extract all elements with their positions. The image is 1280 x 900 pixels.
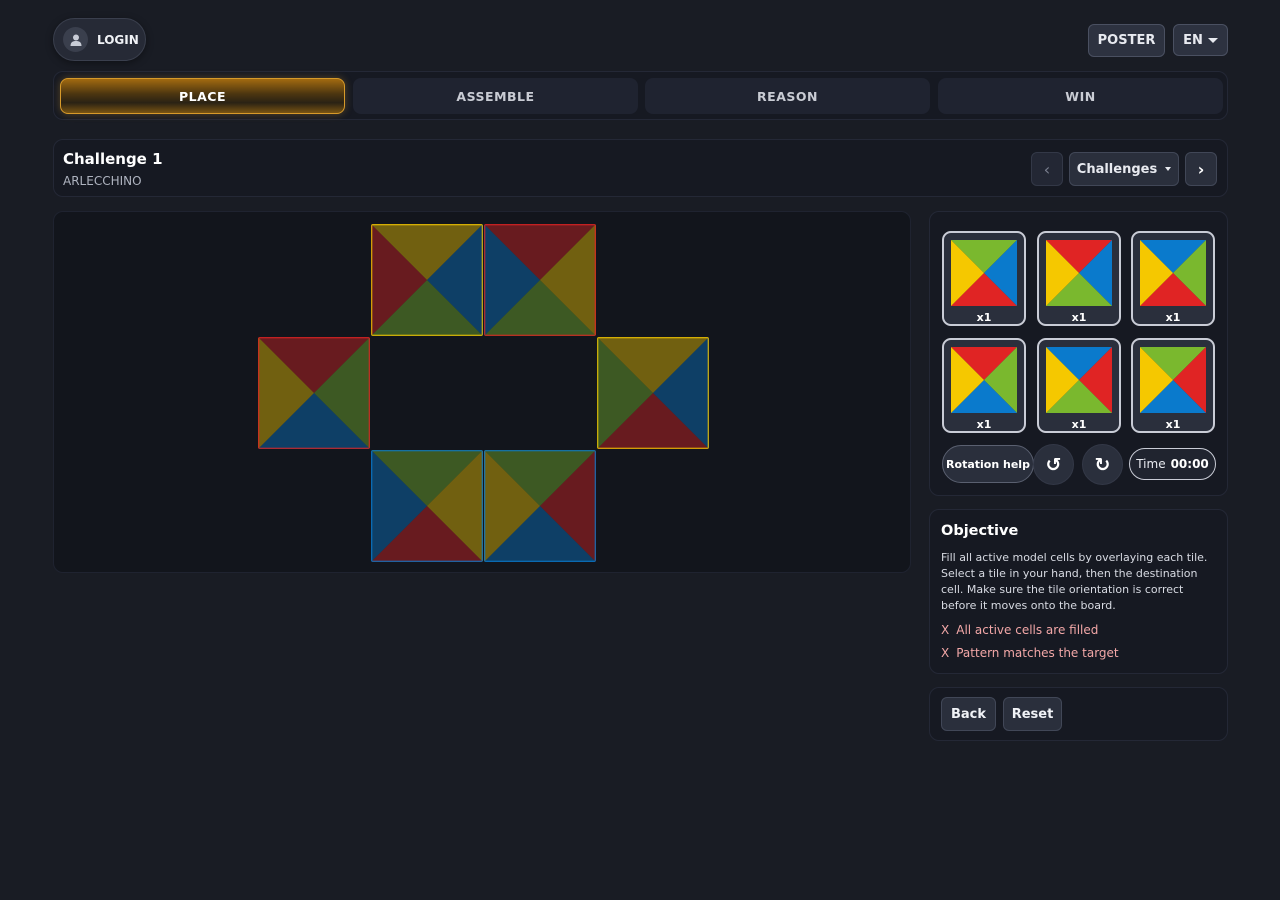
previous-challenge-button[interactable]: ‹ xyxy=(1031,152,1063,186)
board-cell[interactable] xyxy=(484,450,596,562)
tile-icon xyxy=(1140,347,1206,417)
challenge-header: Challenge 1 ARLECCHINO ‹ Challenges › xyxy=(53,139,1228,197)
hand-tile[interactable]: x1 xyxy=(1037,338,1121,433)
tab-place[interactable]: PLACE xyxy=(60,78,345,114)
tab-assemble[interactable]: ASSEMBLE xyxy=(353,78,638,114)
objective-panel: Objective Fill all active model cells by… xyxy=(929,509,1228,674)
login-button[interactable]: LOGIN xyxy=(53,18,146,61)
poster-button[interactable]: POSTER xyxy=(1088,24,1165,57)
hand-tile[interactable]: x1 xyxy=(942,231,1026,326)
chevron-left-icon: ‹ xyxy=(1043,159,1051,179)
tile-count: x1 xyxy=(1071,418,1087,431)
tile-count: x1 xyxy=(976,311,992,324)
chevron-down-icon xyxy=(1207,37,1218,43)
objective-text: Fill all active model cells by overlayin… xyxy=(941,551,1208,612)
board-cell[interactable] xyxy=(258,337,370,449)
rotate-left-icon: ↺ xyxy=(1045,453,1062,476)
tile-icon xyxy=(1140,240,1206,310)
fail-mark: X xyxy=(941,646,950,660)
tile-count: x1 xyxy=(1165,418,1181,431)
fail-mark: X xyxy=(941,623,950,637)
tile-icon xyxy=(951,240,1017,310)
board-cell[interactable] xyxy=(371,224,483,336)
rotate-right-icon: ↻ xyxy=(1094,453,1111,476)
step-tabs: PLACE ASSEMBLE REASON WIN xyxy=(53,71,1228,120)
hand-tile[interactable]: x1 xyxy=(1131,231,1215,326)
tile-count: x1 xyxy=(976,418,992,431)
timer-label: Time xyxy=(1136,457,1166,471)
game-board xyxy=(53,211,911,573)
challenges-dropdown-label: Challenges xyxy=(1076,161,1158,177)
board-cell[interactable] xyxy=(484,224,596,336)
hand-tile[interactable]: x1 xyxy=(1037,231,1121,326)
objective-check: X All active cells are filled xyxy=(941,623,1098,637)
timer-value: 00:00 xyxy=(1170,457,1209,471)
hand-tile[interactable]: x1 xyxy=(1131,338,1215,433)
actions-panel: Back Reset xyxy=(929,687,1228,741)
tile-count: x1 xyxy=(1165,311,1181,324)
reset-button[interactable]: Reset xyxy=(1003,697,1062,731)
rotate-right-button[interactable]: ↻ xyxy=(1082,444,1123,485)
language-value: EN xyxy=(1183,32,1203,48)
tile-icon xyxy=(951,347,1017,417)
hand-tile[interactable]: x1 xyxy=(942,338,1026,433)
tile-icon xyxy=(1046,240,1112,310)
tab-reason[interactable]: REASON xyxy=(645,78,930,114)
chevron-down-icon xyxy=(1165,167,1172,171)
tile-count: x1 xyxy=(1071,311,1087,324)
objective-title: Objective xyxy=(941,523,1019,539)
rotate-left-button[interactable]: ↺ xyxy=(1033,444,1074,485)
language-select[interactable]: EN xyxy=(1173,24,1228,56)
back-button[interactable]: Back xyxy=(941,697,996,731)
user-icon xyxy=(63,27,88,52)
board-cell[interactable] xyxy=(597,337,709,449)
next-challenge-button[interactable]: › xyxy=(1185,152,1217,186)
challenge-title: Challenge 1 xyxy=(63,150,163,168)
tile-hand: x1 x1 x1 x1 x1 x1 Rotation help ↺ ↻ Time… xyxy=(929,211,1228,496)
login-label: LOGIN xyxy=(97,32,139,47)
tab-win[interactable]: WIN xyxy=(938,78,1223,114)
chevron-right-icon: › xyxy=(1197,159,1205,179)
board-cell[interactable] xyxy=(371,450,483,562)
challenge-subtitle: ARLECCHINO xyxy=(63,174,142,188)
tile-icon xyxy=(1046,347,1112,417)
objective-check-label: Pattern matches the target xyxy=(956,646,1119,660)
timer: Time 00:00 xyxy=(1129,448,1216,480)
rotation-help-button[interactable]: Rotation help xyxy=(942,445,1034,483)
challenges-dropdown[interactable]: Challenges xyxy=(1069,152,1179,186)
objective-check-label: All active cells are filled xyxy=(956,623,1099,637)
objective-check: X Pattern matches the target xyxy=(941,646,1119,660)
